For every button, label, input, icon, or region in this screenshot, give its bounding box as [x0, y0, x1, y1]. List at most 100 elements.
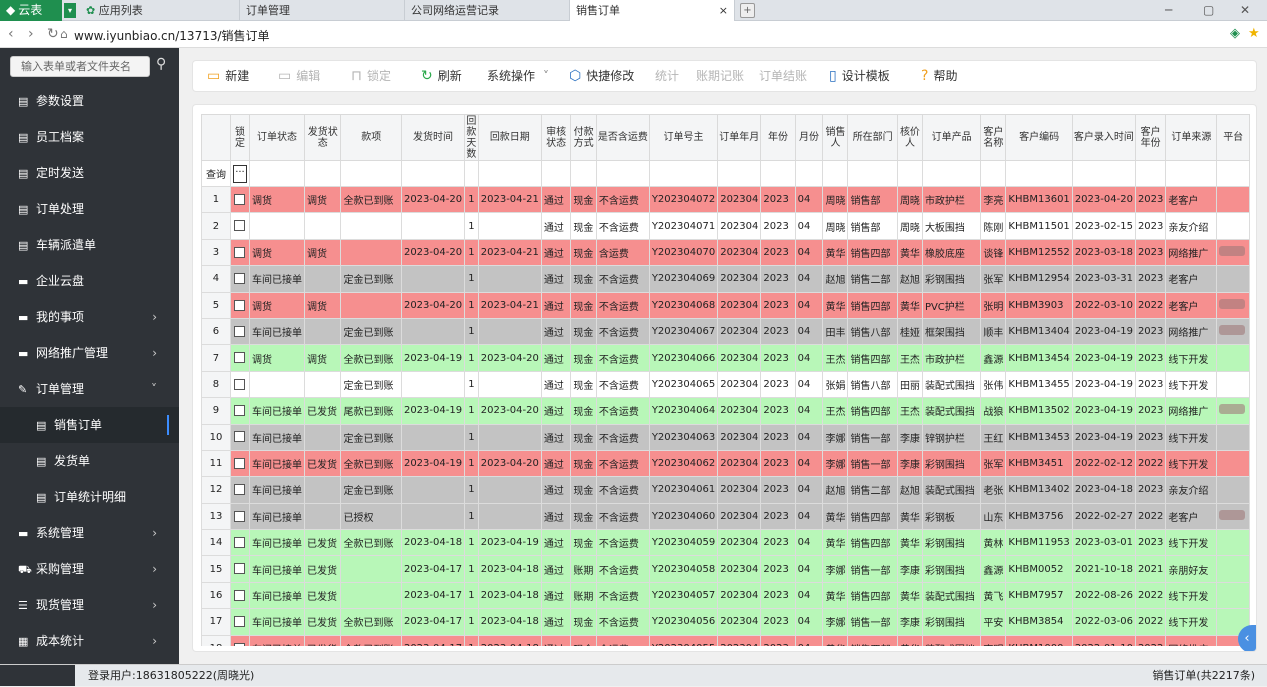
table-cell[interactable]: 2023: [1134, 370, 1167, 399]
sidebar-item-my-tasks[interactable]: ▬ 我的事项 ›: [0, 299, 179, 335]
table-cell[interactable]: 全款已到账: [340, 529, 402, 557]
table-cell[interactable]: Y202304071: [648, 212, 719, 240]
table-cell[interactable]: 不含运费: [595, 317, 650, 346]
table-cell[interactable]: [303, 317, 342, 346]
table-cell[interactable]: 大板围挡: [921, 212, 982, 240]
table-cell[interactable]: 调货: [303, 185, 342, 214]
table-cell[interactable]: 赵旭: [896, 265, 923, 293]
table-cell[interactable]: PVC护栏: [921, 291, 982, 319]
filter-cell[interactable]: [1071, 160, 1136, 187]
table-cell[interactable]: 周晓: [896, 185, 923, 214]
table-cell[interactable]: 销售四部: [847, 238, 898, 267]
table-cell[interactable]: 2023: [760, 581, 796, 610]
table-cell[interactable]: 1: [464, 212, 479, 240]
more-options-icon[interactable]: ···: [232, 164, 247, 183]
table-cell[interactable]: KHBM13404: [1005, 317, 1073, 346]
filter-cell[interactable]: ···: [229, 160, 250, 187]
table-cell[interactable]: 2023-03-18: [1071, 238, 1136, 267]
table-cell[interactable]: 定金已到账: [340, 476, 402, 504]
table-cell[interactable]: 不含运费: [595, 344, 650, 372]
table-row[interactable]: 5 调货 调货 2023-04-20 1 2023-04-21 通过 现金 不含运费 Y20230…: [201, 291, 1250, 319]
table-cell[interactable]: 周晓: [822, 212, 849, 240]
home-icon[interactable]: ⌂: [60, 27, 68, 41]
table-cell[interactable]: [1216, 291, 1250, 319]
lock-checkbox[interactable]: [234, 299, 246, 311]
tab-app-list[interactable]: ✿ 应用列表: [80, 0, 240, 21]
table-cell[interactable]: 账期: [570, 581, 597, 610]
table-cell[interactable]: Y202304060: [648, 502, 719, 531]
lock-checkbox[interactable]: [234, 405, 246, 417]
table-cell[interactable]: 2023-04-20: [477, 397, 542, 425]
table-cell[interactable]: 销售四部: [847, 529, 898, 557]
table-cell[interactable]: 2023: [1134, 397, 1167, 425]
filter-cell[interactable]: [794, 160, 824, 187]
table-cell[interactable]: 2022: [1134, 291, 1167, 319]
table-cell[interactable]: 2023: [760, 265, 796, 293]
table-row[interactable]: 10 车间已接单 定金已到账 1 通过 现金 不含运费 Y202304063 202304 202…: [201, 423, 1250, 451]
table-cell[interactable]: [303, 423, 342, 451]
sidebar-item-delivery[interactable]: ▤ 发货单: [0, 443, 179, 479]
filter-cell[interactable]: [570, 160, 597, 187]
table-cell[interactable]: KHBM13502: [1005, 397, 1073, 425]
table-cell[interactable]: Y202304072: [648, 185, 719, 214]
table-cell[interactable]: 不含运费: [595, 212, 650, 240]
table-cell[interactable]: 线下开发: [1165, 370, 1218, 399]
table-cell[interactable]: 202304: [717, 265, 762, 293]
refresh-button[interactable]: ↻ 刷新: [421, 61, 462, 91]
table-cell[interactable]: 通过: [540, 185, 572, 214]
table-cell[interactable]: 202304: [717, 581, 762, 610]
table-cell[interactable]: 已发货: [303, 608, 342, 636]
table-cell[interactable]: 销售一部: [847, 449, 898, 478]
table-cell[interactable]: 通过: [540, 634, 572, 646]
table-cell[interactable]: 线下开发: [1165, 344, 1218, 372]
table-cell[interactable]: 现金: [570, 265, 597, 293]
table-cell[interactable]: 现金: [570, 317, 597, 346]
table-cell[interactable]: [340, 581, 402, 610]
table-cell[interactable]: 2023: [1134, 529, 1167, 557]
table-cell[interactable]: 销售部: [847, 212, 898, 240]
table-cell[interactable]: 2023-04-20: [400, 291, 466, 319]
table-cell[interactable]: 彩钢围挡: [921, 449, 982, 478]
table-cell[interactable]: [477, 423, 542, 451]
table-cell[interactable]: 老客户: [1165, 265, 1218, 293]
lock-cell[interactable]: [229, 529, 250, 557]
lock-checkbox[interactable]: [234, 378, 246, 390]
table-cell[interactable]: 线下开发: [1165, 529, 1218, 557]
table-cell[interactable]: 黄华: [822, 291, 849, 319]
table-cell[interactable]: [1216, 317, 1250, 346]
table-cell[interactable]: KHBM12954: [1005, 265, 1073, 293]
table-cell[interactable]: 不含运费: [595, 502, 650, 531]
table-cell[interactable]: 不含运费: [595, 185, 650, 214]
sidebar-item-order-process[interactable]: ▤ 订单处理: [0, 191, 179, 227]
column-header[interactable]: 订单状态: [248, 114, 305, 161]
table-cell[interactable]: 1: [464, 608, 479, 636]
stats-button[interactable]: 统计: [655, 61, 679, 91]
table-cell[interactable]: 04: [794, 265, 824, 293]
url-field[interactable]: www.iyunbiao.cn/13713/销售订单: [74, 27, 270, 44]
table-cell[interactable]: 2023-04-19: [400, 397, 466, 425]
table-cell[interactable]: 通过: [540, 212, 572, 240]
table-cell[interactable]: 2023: [1134, 423, 1167, 451]
table-cell[interactable]: 不含运费: [595, 581, 650, 610]
table-cell[interactable]: [400, 265, 466, 293]
table-cell[interactable]: 2023: [760, 476, 796, 504]
table-cell[interactable]: 2023-04-19: [1071, 370, 1136, 399]
column-header[interactable]: 订单产品: [921, 114, 982, 161]
table-cell[interactable]: 鑫源: [980, 344, 1007, 372]
sidebar-item-purchase[interactable]: ⛟ 采购管理 ›: [0, 551, 179, 587]
table-cell[interactable]: 线下开发: [1165, 449, 1218, 478]
table-cell[interactable]: 2023: [760, 291, 796, 319]
table-cell[interactable]: KHBM0052: [1005, 555, 1073, 583]
table-cell[interactable]: [340, 212, 402, 240]
table-cell[interactable]: KHBM3451: [1005, 449, 1073, 478]
lock-checkbox[interactable]: [234, 220, 246, 232]
column-header[interactable]: 核价人: [896, 114, 923, 161]
table-row[interactable]: 18 车间已接单已发货全款已到账2023-04-1712023-04-18通过现金…: [201, 634, 1250, 646]
table-cell[interactable]: KHBM12552: [1005, 238, 1073, 267]
table-cell[interactable]: [477, 476, 542, 504]
lock-checkbox[interactable]: [234, 431, 246, 443]
table-cell[interactable]: 田丽: [896, 370, 923, 399]
table-cell[interactable]: 04: [794, 185, 824, 214]
table-cell[interactable]: 已发货: [303, 449, 342, 478]
table-row[interactable]: 6 车间已接单 定金已到账 1 通过 现金 不含运费 Y202304067 202304 2023…: [201, 317, 1250, 346]
